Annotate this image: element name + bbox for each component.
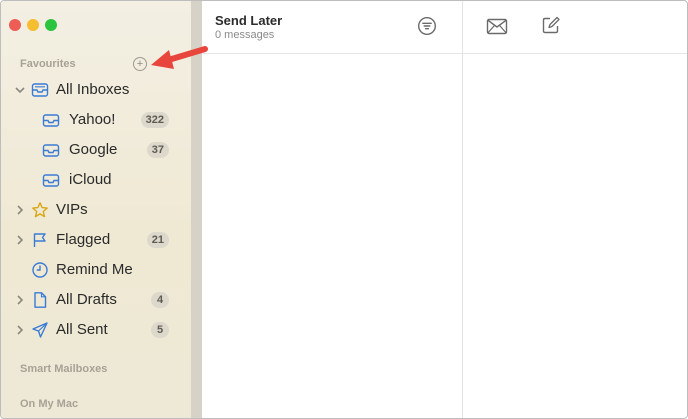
sidebar-item-label: Remind Me	[56, 261, 133, 278]
sidebar-item-label: All Sent	[56, 321, 108, 338]
mailbox-title: Send Later	[215, 13, 283, 28]
on-my-mac-section-label[interactable]: On My Mac	[20, 398, 78, 410]
chevron-right-icon[interactable]	[15, 234, 25, 246]
draft-document-icon	[31, 291, 49, 309]
sidebar-item-google[interactable]: Google 37	[1, 137, 189, 163]
chevron-right-icon[interactable]	[15, 324, 25, 336]
filter-icon[interactable]	[417, 16, 437, 41]
sidebar-item-all-drafts[interactable]: All Drafts 4	[1, 287, 189, 313]
add-favourite-icon[interactable]: +	[133, 57, 147, 71]
inbox-icon	[42, 111, 60, 129]
sidebar-item-flagged[interactable]: Flagged 21	[1, 227, 189, 253]
drafts-count-badge: 4	[151, 292, 169, 308]
favourites-section-label: Favourites	[20, 58, 76, 70]
inbox-icon	[42, 171, 60, 189]
sidebar-item-vips[interactable]: VIPs	[1, 197, 189, 223]
unread-count-badge: 322	[140, 112, 169, 128]
unread-count-badge: 37	[146, 142, 169, 158]
flagged-count-badge: 21	[146, 232, 169, 248]
sidebar-item-remind-me[interactable]: Remind Me	[1, 257, 189, 283]
message-preview-pane	[463, 54, 687, 418]
sidebar-item-label: All Drafts	[56, 291, 117, 308]
inbox-icon	[42, 141, 60, 159]
smart-mailboxes-section-label[interactable]: Smart Mailboxes	[20, 363, 107, 375]
minimize-window-button[interactable]	[27, 19, 39, 31]
sidebar-item-label: Yahoo!	[69, 111, 116, 128]
sidebar-item-yahoo[interactable]: Yahoo! 322	[1, 107, 189, 133]
chevron-right-icon[interactable]	[15, 204, 25, 216]
sidebar-item-all-inboxes[interactable]: All Inboxes	[1, 77, 189, 103]
sidebar-item-label: Flagged	[56, 231, 111, 248]
star-icon	[31, 201, 49, 219]
compose-icon[interactable]	[541, 15, 561, 40]
clock-icon	[31, 261, 49, 279]
sidebar-item-label: All Inboxes	[56, 81, 130, 98]
sent-count-badge: 5	[151, 322, 169, 338]
sidebar-item-icloud[interactable]: iCloud	[1, 167, 189, 193]
sidebar-item-all-sent[interactable]: All Sent 5	[1, 317, 189, 343]
message-list[interactable]	[203, 54, 461, 418]
chevron-down-icon[interactable]	[15, 84, 25, 96]
zoom-window-button[interactable]	[45, 19, 57, 31]
sidebar-item-label: Google	[69, 141, 118, 158]
message-count: 0 messages	[215, 29, 275, 41]
inbox-stack-icon	[31, 81, 49, 99]
annotation-arrow	[151, 46, 208, 69]
close-window-button[interactable]	[9, 19, 21, 31]
flag-icon	[31, 231, 49, 249]
mail-window: Favourites + All Inboxes Yahoo! 322 Goog…	[0, 0, 688, 419]
sidebar-item-label: VIPs	[56, 201, 88, 218]
chevron-right-icon[interactable]	[15, 294, 25, 306]
paper-plane-icon	[31, 321, 49, 339]
get-mail-envelope-icon[interactable]	[486, 18, 508, 40]
sidebar-item-label: iCloud	[69, 171, 112, 188]
